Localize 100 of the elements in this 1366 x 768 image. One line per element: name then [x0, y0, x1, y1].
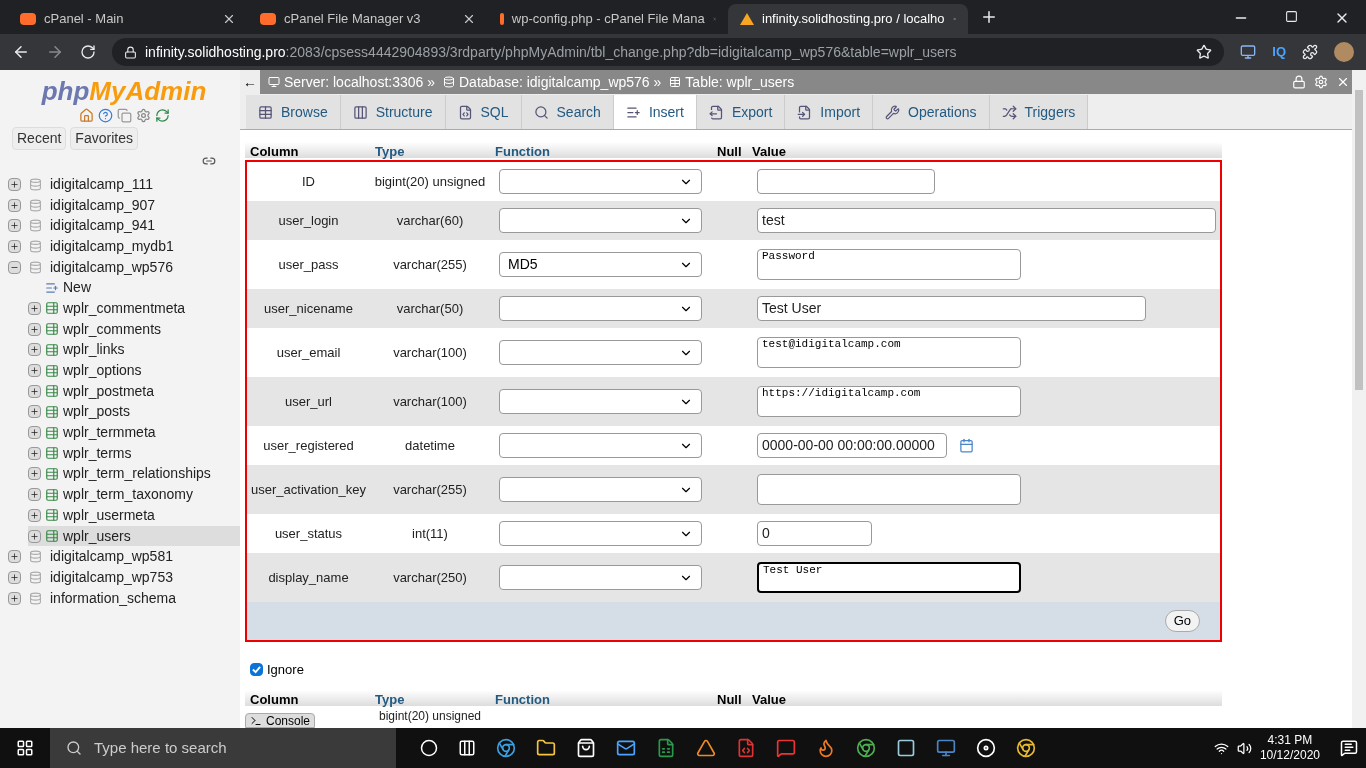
- expand-icon[interactable]: [28, 529, 41, 543]
- browser-icon[interactable]: [1016, 738, 1036, 758]
- screen-icon[interactable]: [1240, 44, 1257, 60]
- table-item[interactable]: wplr_postmeta: [28, 380, 240, 402]
- expand-icon[interactable]: [28, 426, 41, 440]
- database-item[interactable]: idigitalcamp_wp576: [8, 256, 240, 278]
- table-item[interactable]: wplr_commentmeta: [28, 298, 240, 319]
- database-item[interactable]: idigitalcamp_111: [8, 174, 240, 195]
- function-select[interactable]: [499, 565, 702, 590]
- spreadsheet-icon[interactable]: [656, 738, 676, 758]
- function-select[interactable]: [499, 389, 702, 414]
- table-item[interactable]: New: [28, 277, 240, 299]
- browser-icon[interactable]: [856, 738, 876, 758]
- value-input[interactable]: 0000-00-00 00:00:00.00000: [757, 433, 947, 458]
- disc-icon[interactable]: [976, 738, 996, 758]
- app-icon[interactable]: [896, 738, 916, 758]
- forward-icon[interactable]: [46, 43, 64, 61]
- cone-icon[interactable]: [696, 738, 716, 758]
- table-item[interactable]: wplr_options: [28, 360, 240, 381]
- breadcrumb-link[interactable]: Server: localhost:3306 »: [284, 71, 435, 93]
- database-item[interactable]: idigitalcamp_907: [8, 194, 240, 216]
- value-textarea[interactable]: https://idigitalcamp.com: [757, 386, 1021, 417]
- console-button[interactable]: Console: [245, 713, 316, 728]
- avatar[interactable]: [1334, 42, 1354, 62]
- clock-date[interactable]: 10/12/2020: [1259, 748, 1320, 763]
- tab[interactable]: Structure: [340, 95, 446, 129]
- tab[interactable]: Operations: [873, 95, 990, 129]
- checkbox[interactable]: [250, 663, 263, 677]
- value-textarea[interactable]: [757, 474, 1021, 505]
- table-item[interactable]: wplr_usermeta: [28, 505, 240, 526]
- function-select[interactable]: [499, 296, 702, 321]
- calendar-icon[interactable]: [959, 438, 974, 453]
- expand-icon[interactable]: [28, 322, 41, 336]
- expand-icon[interactable]: [28, 384, 41, 398]
- expand-icon[interactable]: [8, 570, 21, 584]
- tab[interactable]: Insert: [613, 95, 697, 129]
- database-item[interactable]: idigitalcamp_wp581: [8, 546, 240, 568]
- database-item[interactable]: idigitalcamp_wp753: [8, 567, 240, 588]
- function-select[interactable]: [499, 433, 702, 458]
- browser-tab[interactable]: wp-config.php - cPanel File Mana: [488, 4, 728, 34]
- tab[interactable]: Export: [696, 95, 786, 129]
- expand-icon[interactable]: [28, 467, 41, 481]
- circle-icon[interactable]: [420, 739, 438, 757]
- expand-icon[interactable]: [8, 239, 21, 253]
- puzzle-icon[interactable]: [1302, 44, 1318, 60]
- help-icon[interactable]: [97, 108, 113, 123]
- breadcrumb-link[interactable]: Table: wplr_users: [685, 71, 795, 93]
- folder-icon[interactable]: [536, 738, 556, 758]
- expand-icon[interactable]: [8, 591, 21, 605]
- sidebar-button[interactable]: Favorites: [70, 127, 138, 150]
- expand-icon[interactable]: [28, 508, 41, 522]
- tab[interactable]: Search: [521, 95, 614, 129]
- browser-icon[interactable]: [496, 738, 516, 758]
- tab[interactable]: Browse: [246, 95, 341, 129]
- table-item[interactable]: wplr_term_taxonomy: [28, 484, 240, 505]
- browser-tab[interactable]: cPanel - Main: [8, 4, 248, 34]
- task-view-icon[interactable]: [458, 739, 476, 757]
- bag-icon[interactable]: [576, 738, 596, 758]
- function-select[interactable]: [499, 208, 702, 233]
- expand-icon[interactable]: [28, 364, 41, 378]
- function-select[interactable]: MD5: [499, 252, 702, 277]
- tab[interactable]: SQL: [445, 95, 522, 129]
- sidebar-button[interactable]: Recent: [12, 127, 67, 150]
- function-select[interactable]: [499, 477, 702, 502]
- home-icon[interactable]: [78, 108, 94, 123]
- breadcrumb-link[interactable]: Database: idigitalcamp_wp576 »: [459, 71, 662, 93]
- clock-time[interactable]: 4:31 PM: [1267, 733, 1313, 748]
- value-input[interactable]: [757, 169, 935, 194]
- value-input[interactable]: Test User: [757, 296, 1146, 321]
- table-item[interactable]: wplr_links: [28, 339, 240, 361]
- value-textarea[interactable]: Password: [757, 249, 1021, 280]
- maximize-icon[interactable]: [1285, 10, 1298, 23]
- function-select[interactable]: [499, 340, 702, 365]
- extension-label[interactable]: IQ: [1272, 42, 1286, 62]
- expand-icon[interactable]: [8, 177, 21, 191]
- value-input[interactable]: test: [757, 208, 1216, 233]
- new-tab-icon[interactable]: [980, 8, 998, 26]
- expand-icon[interactable]: [28, 446, 41, 460]
- function-select[interactable]: [499, 169, 702, 194]
- lock-icon[interactable]: [1292, 75, 1306, 89]
- table-item[interactable]: wplr_termmeta: [28, 422, 240, 443]
- expand-icon[interactable]: [28, 405, 41, 419]
- table-item[interactable]: wplr_posts: [28, 401, 240, 423]
- expand-icon[interactable]: [28, 301, 41, 315]
- mail-icon[interactable]: [616, 738, 636, 758]
- expand-icon[interactable]: [8, 550, 21, 564]
- notification-icon[interactable]: [1340, 739, 1358, 757]
- table-item[interactable]: wplr_comments: [28, 318, 240, 340]
- windows-icon[interactable]: [16, 739, 34, 757]
- network-icon[interactable]: [1213, 740, 1229, 756]
- value-textarea[interactable]: Test User: [757, 562, 1021, 593]
- value-textarea[interactable]: test@idigitalcamp.com: [757, 337, 1021, 368]
- function-select[interactable]: [499, 521, 702, 546]
- reload-icon[interactable]: [80, 44, 96, 60]
- search-field[interactable]: Type here to search: [50, 728, 396, 768]
- back-icon[interactable]: [12, 43, 30, 61]
- tab[interactable]: Triggers: [989, 95, 1089, 129]
- volume-icon[interactable]: [1236, 740, 1252, 756]
- link-icon[interactable]: [202, 154, 216, 168]
- document-icon[interactable]: [116, 108, 132, 123]
